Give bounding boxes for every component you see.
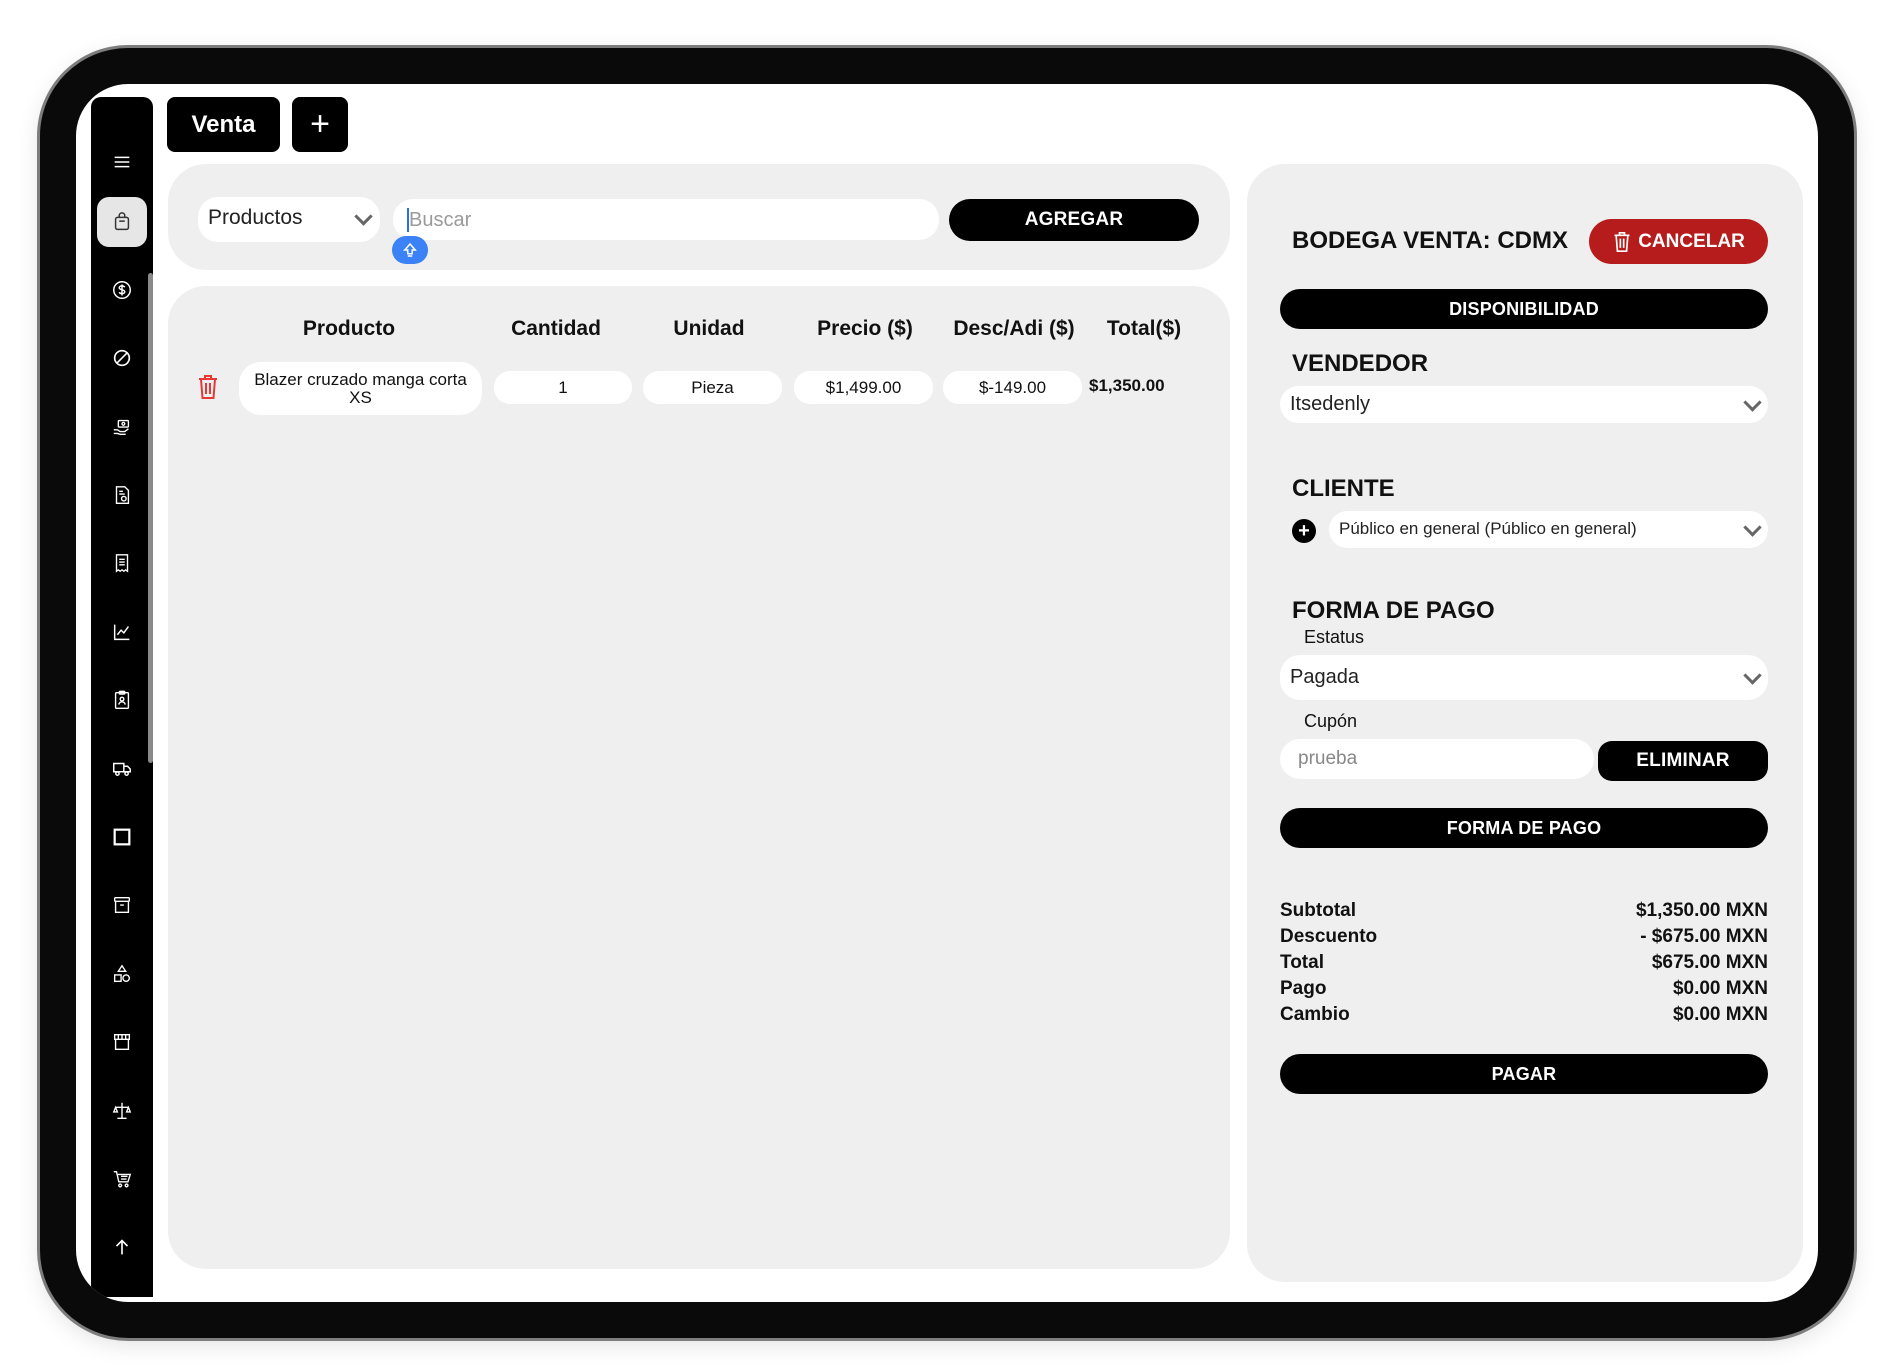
column-header-price: Precio ($) bbox=[817, 317, 913, 340]
column-header-discount: Desc/Adi ($) bbox=[953, 317, 1075, 340]
change-label: Cambio bbox=[1280, 1004, 1350, 1025]
search-input[interactable]: Buscar bbox=[393, 199, 939, 240]
unit-field[interactable]: Pieza bbox=[643, 371, 782, 404]
dollar-icon[interactable] bbox=[97, 265, 147, 315]
column-header-total: Total($) bbox=[1106, 317, 1182, 340]
payment-method-button[interactable]: FORMA DE PAGO bbox=[1280, 808, 1768, 848]
pay-button[interactable]: PAGAR bbox=[1280, 1054, 1768, 1094]
chart-line-icon[interactable] bbox=[97, 607, 147, 657]
total-label: Total bbox=[1280, 952, 1324, 973]
summary-subtotal: Subtotal $1,350.00 MXN bbox=[1280, 900, 1768, 926]
column-header-unit: Unidad bbox=[673, 317, 745, 340]
warehouse-label: BODEGA VENTA: CDMX bbox=[1292, 227, 1568, 254]
chevron-down-icon bbox=[1743, 666, 1762, 685]
archive-icon[interactable] bbox=[97, 880, 147, 930]
chevron-down-icon bbox=[354, 207, 373, 226]
client-title: CLIENTE bbox=[1292, 475, 1395, 502]
truck-icon[interactable] bbox=[97, 744, 147, 794]
category-select-value: Productos bbox=[208, 206, 303, 229]
search-placeholder: Buscar bbox=[409, 209, 472, 231]
status-select[interactable]: Pagada bbox=[1280, 655, 1768, 700]
cancel-button[interactable]: CANCELAR bbox=[1589, 219, 1768, 264]
cart-list-icon[interactable] bbox=[97, 1154, 147, 1204]
client-select[interactable]: Público en general (Público en general) bbox=[1329, 511, 1768, 548]
total-value: $675.00 MXN bbox=[1651, 952, 1768, 973]
price-input[interactable]: $1,499.00 bbox=[794, 371, 933, 404]
status-select-value: Pagada bbox=[1290, 666, 1359, 688]
menu-icon[interactable] bbox=[97, 137, 147, 187]
seller-select[interactable]: Itsedenly bbox=[1280, 386, 1768, 423]
hand-money-icon[interactable] bbox=[97, 402, 147, 452]
coupon-input-value: prueba bbox=[1298, 748, 1358, 769]
sidebar-scrollbar[interactable] bbox=[148, 273, 153, 763]
row-total: $1,350.00 bbox=[1089, 376, 1165, 395]
availability-button[interactable]: DISPONIBILIDAD bbox=[1280, 289, 1768, 329]
square-icon[interactable] bbox=[97, 812, 147, 862]
arrow-up-icon[interactable] bbox=[97, 1222, 147, 1272]
discount-label: Descuento bbox=[1280, 926, 1378, 947]
subtotal-value: $1,350.00 MXN bbox=[1635, 900, 1768, 921]
tablet-frame: Venta + Productos Buscar AGREGAR Product… bbox=[40, 48, 1854, 1338]
column-header-product: Producto bbox=[302, 317, 396, 340]
chevron-down-icon bbox=[1743, 518, 1762, 537]
screen: Venta + Productos Buscar AGREGAR Product… bbox=[76, 84, 1818, 1302]
keyboard-shift-icon[interactable] bbox=[392, 236, 428, 264]
add-client-icon[interactable]: + bbox=[1292, 519, 1316, 543]
discount-value: - $675.00 MXN bbox=[1640, 926, 1768, 947]
store-icon[interactable] bbox=[97, 1017, 147, 1067]
summary-payment: Pago $0.00 MXN bbox=[1280, 978, 1768, 1004]
coupon-label: Cupón bbox=[1304, 711, 1358, 731]
status-label: Estatus bbox=[1304, 627, 1365, 647]
trash-icon bbox=[1614, 231, 1630, 252]
subtotal-label: Subtotal bbox=[1280, 900, 1356, 921]
sidebar bbox=[91, 97, 153, 1297]
clipboard-icon[interactable] bbox=[97, 675, 147, 725]
shopping-bag-icon[interactable] bbox=[97, 197, 147, 247]
chevron-down-icon bbox=[1743, 393, 1762, 412]
seller-select-value: Itsedenly bbox=[1290, 393, 1371, 415]
payment-label: Pago bbox=[1280, 978, 1327, 999]
change-value: $0.00 MXN bbox=[1672, 1004, 1768, 1025]
quantity-input[interactable]: 1 bbox=[494, 371, 632, 404]
shapes-icon[interactable] bbox=[97, 949, 147, 999]
seller-title: VENDEDOR bbox=[1292, 350, 1429, 377]
scale-icon[interactable] bbox=[97, 1086, 147, 1136]
receipt-icon[interactable] bbox=[97, 538, 147, 588]
tab-venta[interactable]: Venta bbox=[167, 97, 280, 152]
product-name: Blazer cruzado manga corta bbox=[254, 369, 467, 389]
add-tab-button[interactable]: + bbox=[292, 97, 348, 152]
products-panel bbox=[168, 286, 1230, 1269]
product-name-cell: Blazer cruzado manga corta XS bbox=[239, 362, 482, 415]
add-button[interactable]: AGREGAR bbox=[949, 199, 1199, 241]
summary-discount: Descuento - $675.00 MXN bbox=[1280, 926, 1768, 952]
category-select[interactable]: Productos bbox=[198, 197, 380, 242]
ban-icon[interactable] bbox=[97, 333, 147, 383]
invoice-icon[interactable] bbox=[97, 470, 147, 520]
client-select-value: Público en general (Público en general) bbox=[1339, 519, 1637, 538]
payment-value: $0.00 MXN bbox=[1672, 978, 1768, 999]
summary-total: Total $675.00 MXN bbox=[1280, 952, 1768, 978]
remove-coupon-button[interactable]: ELIMINAR bbox=[1598, 741, 1768, 781]
product-size: XS bbox=[349, 387, 372, 407]
column-header-quantity: Cantidad bbox=[511, 317, 601, 340]
cancel-button-label: CANCELAR bbox=[1638, 230, 1745, 252]
trash-icon[interactable] bbox=[196, 373, 220, 401]
coupon-input[interactable]: prueba bbox=[1280, 739, 1594, 779]
discount-input[interactable]: $-149.00 bbox=[943, 371, 1082, 404]
summary-change: Cambio $0.00 MXN bbox=[1280, 1004, 1768, 1030]
payment-title: FORMA DE PAGO bbox=[1292, 597, 1495, 624]
